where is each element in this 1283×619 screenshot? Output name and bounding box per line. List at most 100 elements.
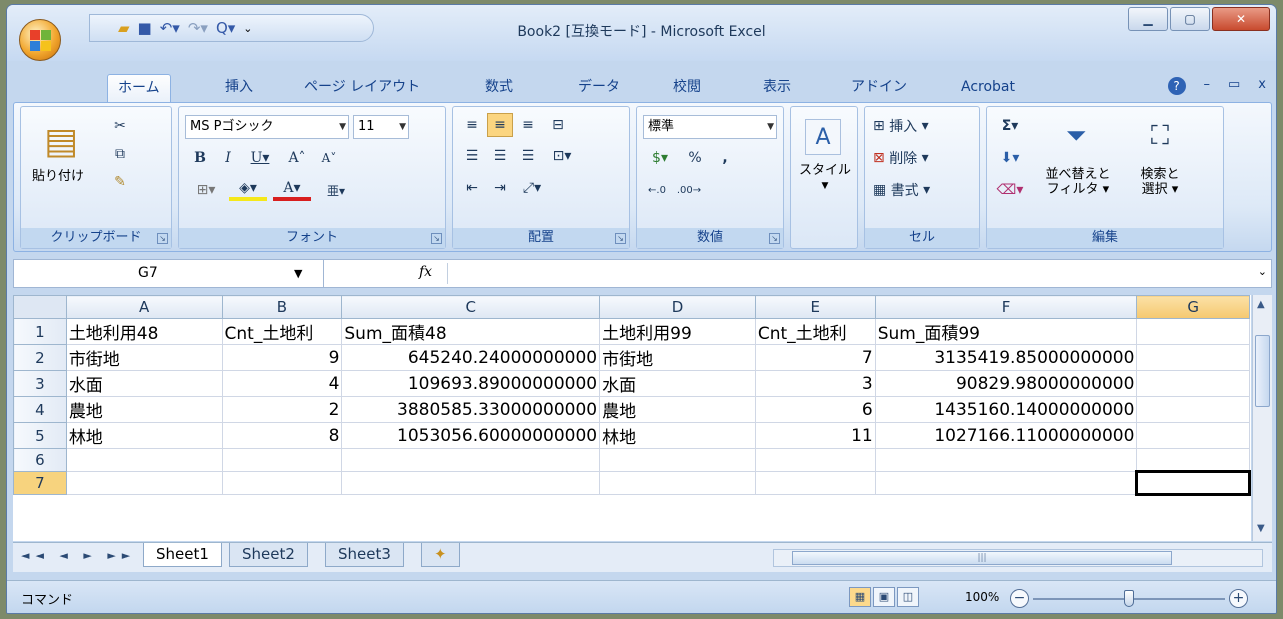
cell[interactable]: 土地利用48: [65, 318, 223, 345]
page-break-view-icon[interactable]: ◫: [897, 587, 919, 607]
cell[interactable]: [65, 448, 223, 472]
cell[interactable]: 109693.89000000000: [341, 370, 601, 397]
cell[interactable]: Sum_面積99: [874, 318, 1138, 345]
cell[interactable]: [221, 471, 343, 495]
column-header-a[interactable]: A: [65, 295, 223, 319]
font-color-icon[interactable]: A▾: [273, 179, 311, 201]
italic-icon[interactable]: I: [217, 147, 239, 169]
cell[interactable]: 林地: [599, 422, 756, 449]
cell[interactable]: 2: [221, 396, 343, 423]
cell[interactable]: [65, 471, 223, 495]
ribbon-minimize-icon[interactable]: –: [1204, 77, 1211, 95]
cell[interactable]: 市街地: [65, 344, 223, 371]
cell[interactable]: 3135419.85000000000: [874, 344, 1138, 371]
cell[interactable]: 農地: [65, 396, 223, 423]
insert-sheet-icon[interactable]: ✦: [421, 543, 460, 567]
tab-formulas[interactable]: 数式: [475, 74, 523, 102]
format-cells-button[interactable]: ▦ 書式 ▾: [873, 179, 973, 201]
cell[interactable]: 1027166.11000000000: [874, 422, 1138, 449]
underline-icon[interactable]: U▾: [245, 147, 275, 169]
minimize-icon[interactable]: ▁: [1128, 7, 1168, 31]
cell[interactable]: 農地: [599, 396, 756, 423]
increase-indent-icon[interactable]: ⇥: [487, 177, 513, 199]
cell[interactable]: [341, 471, 601, 495]
font-size-select[interactable]: 11 ▼: [353, 115, 409, 139]
select-all-corner[interactable]: [13, 295, 67, 319]
font-launcher-icon[interactable]: ↘: [431, 233, 442, 244]
normal-view-icon[interactable]: ▦: [849, 587, 871, 607]
delete-cells-button[interactable]: ⊠ 削除 ▾: [873, 147, 973, 169]
vertical-scroll-thumb[interactable]: [1255, 335, 1270, 407]
row-header[interactable]: 4: [13, 396, 67, 423]
find-select-button[interactable]: 検索と 選択 ▾: [1127, 167, 1193, 197]
orientation-icon[interactable]: ⤢▾: [515, 177, 549, 199]
tab-insert[interactable]: 挿入: [215, 74, 263, 102]
close-icon[interactable]: ✕: [1212, 7, 1270, 31]
borders-icon[interactable]: ⊞▾: [189, 179, 223, 201]
cut-icon[interactable]: ✂: [109, 115, 131, 137]
cell[interactable]: 市街地: [599, 344, 756, 371]
cell[interactable]: 水面: [599, 370, 756, 397]
comma-icon[interactable]: ,: [713, 147, 737, 169]
scroll-up-icon[interactable]: ▲: [1257, 299, 1265, 310]
sheet-tab-1[interactable]: Sheet1: [143, 543, 222, 567]
decrease-decimal-icon[interactable]: .00→: [675, 179, 703, 201]
cell[interactable]: [599, 448, 756, 472]
cell[interactable]: 4: [221, 370, 343, 397]
cell[interactable]: 90829.98000000000: [874, 370, 1138, 397]
insert-cells-button[interactable]: ⊞ 挿入 ▾: [873, 115, 973, 137]
help-icon[interactable]: ?: [1167, 77, 1186, 95]
fill-icon[interactable]: ⬇▾: [995, 147, 1025, 169]
tab-addins[interactable]: アドイン: [841, 74, 917, 102]
row-header[interactable]: 6: [13, 448, 67, 472]
row-header[interactable]: 1: [13, 318, 67, 345]
number-format-select[interactable]: 標準 ▼: [643, 115, 777, 139]
column-header-d[interactable]: D: [599, 295, 756, 319]
cell[interactable]: Sum_面積48: [341, 318, 601, 345]
font-name-select[interactable]: MS Pゴシック ▼: [185, 115, 349, 139]
cell[interactable]: 土地利用99: [599, 318, 756, 345]
wrap-text-icon[interactable]: ⊟: [545, 113, 571, 137]
cell[interactable]: [874, 471, 1138, 495]
paste-icon[interactable]: ▤: [39, 115, 83, 167]
percent-icon[interactable]: %: [683, 147, 707, 169]
cell[interactable]: [1136, 344, 1250, 371]
shrink-font-icon[interactable]: A˅: [315, 147, 343, 169]
align-right-icon[interactable]: ☰: [515, 145, 541, 167]
cell[interactable]: 3880585.33000000000: [341, 396, 601, 423]
grow-font-icon[interactable]: A˄: [283, 147, 311, 169]
phonetic-icon[interactable]: 亜▾: [319, 179, 353, 201]
sort-filter-icon[interactable]: ⏷: [1053, 113, 1099, 159]
cell[interactable]: 11: [754, 422, 876, 449]
autosum-icon[interactable]: Σ▾: [995, 115, 1025, 137]
cell[interactable]: [754, 471, 876, 495]
format-painter-icon[interactable]: ✎: [109, 171, 131, 193]
cell[interactable]: 林地: [65, 422, 223, 449]
cell[interactable]: [874, 448, 1138, 472]
column-header-c[interactable]: C: [341, 295, 601, 319]
tab-home[interactable]: ホーム: [107, 74, 171, 102]
page-layout-view-icon[interactable]: ▣: [873, 587, 895, 607]
cell[interactable]: [1136, 318, 1250, 345]
sheet-nav-icons[interactable]: ◄◄ ◄ ► ►►: [21, 549, 136, 562]
zoom-slider-thumb[interactable]: [1124, 590, 1134, 607]
merge-center-icon[interactable]: ⊡▾: [545, 145, 579, 167]
tab-page-layout[interactable]: ページ レイアウト: [294, 74, 430, 102]
align-left-icon[interactable]: ☰: [459, 145, 485, 167]
cell[interactable]: [1136, 370, 1250, 397]
styles-icon[interactable]: A: [805, 119, 841, 155]
paste-button-label[interactable]: 貼り付け: [27, 169, 89, 184]
name-box[interactable]: G7 ▼: [14, 260, 324, 287]
row-header[interactable]: 3: [13, 370, 67, 397]
increase-decimal-icon[interactable]: ←.0: [643, 179, 671, 201]
sort-filter-button[interactable]: 並べ替えと フィルタ ▾: [1045, 167, 1111, 197]
align-center-icon[interactable]: ☰: [487, 145, 513, 167]
cell[interactable]: [1136, 448, 1250, 472]
ribbon-close-icon[interactable]: x: [1258, 77, 1266, 95]
column-header-g[interactable]: G: [1136, 295, 1250, 319]
cell[interactable]: [599, 471, 756, 495]
column-header-e[interactable]: E: [754, 295, 876, 319]
active-cell[interactable]: [1135, 470, 1251, 496]
alignment-launcher-icon[interactable]: ↘: [615, 233, 626, 244]
find-select-icon[interactable]: ⛶: [1137, 113, 1183, 159]
